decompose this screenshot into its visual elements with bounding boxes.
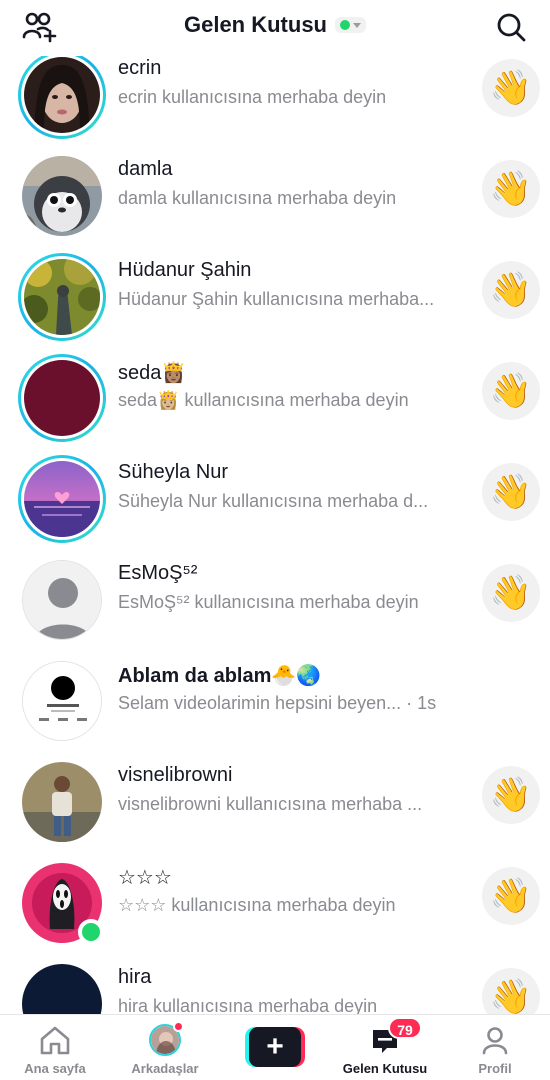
message-preview: hira kullanıcısına merhaba deyin [118,996,378,1014]
wave-button[interactable]: 👋 [482,463,540,521]
nav-profile[interactable]: Profil [440,1015,550,1080]
nav-friends-label: Arkadaşlar [131,1061,199,1076]
nav-home[interactable]: Ana sayfa [0,1015,110,1080]
contact-name: Süheyla Nur [118,461,229,483]
avatar [24,360,100,436]
avatar-frame [18,657,106,745]
avatar-frame [18,859,106,947]
contact-name: ecrin [118,57,162,79]
create-button[interactable]: + [245,1027,305,1067]
online-status-dot [340,20,350,30]
contact-name: seda👸🏽 [118,362,187,384]
wave-hand-icon: 👋 [489,978,533,1014]
list-item[interactable]: seda👸🏽 seda👸🏼 kullanıcısına merhaba deyi… [0,344,550,445]
contact-name: EsMoŞ⁵² [118,562,198,584]
message-preview: Hüdanur Şahin kullanıcısına merhaba... [118,289,435,309]
conversation-list: ecrin ecrin kullanıcısına merhaba deyin … [0,56,550,1014]
online-status-badge [78,919,104,945]
story-ring[interactable] [18,253,106,341]
avatar [22,762,102,842]
message-preview: visnelibrowni kullanıcısına merhaba ... [118,794,423,814]
list-item[interactable]: damla damla kullanıcısına merhaba deyin … [0,142,550,243]
list-item[interactable]: hira hira kullanıcısına merhaba deyin 👋 [0,950,550,1014]
contact-name: Hüdanur Şahin [118,259,252,281]
page-title-wrap[interactable]: Gelen Kutusu [0,12,550,38]
wave-button[interactable]: 👋 [482,564,540,622]
message-preview: damla kullanıcısına merhaba deyin [118,188,397,208]
avatar-frame [18,152,106,240]
nav-friends[interactable]: Arkadaşlar [110,1015,220,1080]
message-preview: Süheyla Nur kullanıcısına merhaba d... [118,491,429,511]
list-item[interactable]: visnelibrowni visnelibrowni kullanıcısın… [0,748,550,849]
nav-inbox-label: Gelen Kutusu [342,1061,428,1076]
app-root: Gelen Kutusu ecrin ecrin kullanıcısına m… [0,0,550,1080]
nav-profile-label: Profil [478,1061,512,1076]
status-selector[interactable] [335,17,366,33]
story-ring[interactable] [18,56,106,139]
page-title: Gelen Kutusu [183,12,327,37]
nav-inbox[interactable]: 79 Gelen Kutusu [330,1015,440,1080]
wave-button[interactable]: 👋 [482,261,540,319]
message-preview: ☆☆☆ kullanıcısına merhaba deyin [118,895,396,915]
avatar-frame [18,758,106,846]
wave-button[interactable]: 👋 [482,362,540,420]
list-item[interactable]: EsMoŞ⁵² EsMoŞ⁵² kullanıcısına merhaba de… [0,546,550,647]
wave-hand-icon: 👋 [489,776,533,814]
contact-name: visnelibrowni [118,764,233,786]
wave-hand-icon: 👋 [489,170,533,208]
header: Gelen Kutusu [0,0,550,56]
wave-hand-icon: 👋 [489,372,533,410]
story-ring[interactable] [18,455,106,543]
avatar [24,461,100,537]
wave-button[interactable]: 👋 [482,160,540,218]
avatar [24,57,100,133]
list-item[interactable]: Hüdanur Şahin Hüdanur Şahin kullanıcısın… [0,243,550,344]
list-item[interactable]: Süheyla Nur Süheyla Nur kullanıcısına me… [0,445,550,546]
contact-name: Ablam da ablam🐣🌏 [118,665,322,687]
avatar [22,156,102,236]
contact-name: damla [118,158,173,180]
list-item[interactable]: ☆☆☆ ☆☆☆ kullanıcısına merhaba deyin 👋 [0,849,550,950]
wave-button[interactable]: 👋 [482,766,540,824]
list-item[interactable]: Ablam da ablam🐣🌏 Selam videolarimin heps… [0,647,550,748]
list-item[interactable]: ecrin ecrin kullanıcısına merhaba deyin … [0,56,550,142]
avatar [22,964,102,1014]
message-preview: Selam videolarimin hepsini beyen... · 1s [118,693,437,713]
story-ring[interactable] [18,354,106,442]
contact-name: hira [118,966,152,988]
wave-button[interactable]: 👋 [482,867,540,925]
default-avatar-icon [22,560,102,640]
home-icon [40,1026,70,1055]
inbox-count-badge: 79 [388,1017,422,1039]
search-icon [497,13,526,42]
wave-hand-icon: 👋 [489,473,533,511]
plus-icon: + [249,1027,301,1067]
bottom-navigation: Ana sayfa Arkadaşlar + 79 Gelen Kutusu P… [0,1014,550,1080]
nav-create[interactable]: + [220,1015,330,1080]
wave-hand-icon: 👋 [489,271,533,309]
avatar [22,661,102,741]
avatar-frame [18,556,106,644]
wave-hand-icon: 👋 [489,69,533,107]
wave-button[interactable]: 👋 [482,968,540,1014]
wave-button[interactable]: 👋 [482,59,540,117]
message-preview: EsMoŞ⁵² kullanıcısına merhaba deyin [118,592,419,612]
nav-home-label: Ana sayfa [24,1061,86,1076]
wave-hand-icon: 👋 [489,877,533,915]
avatar [24,259,100,335]
search-button[interactable] [494,10,528,44]
chevron-down-icon [353,22,361,28]
contact-name: ☆☆☆ [118,867,172,889]
wave-hand-icon: 👋 [489,574,533,612]
message-preview: ecrin kullanıcısına merhaba deyin [118,87,387,107]
profile-icon [482,1027,508,1055]
avatar-frame [18,960,106,1014]
message-preview: seda👸🏼 kullanıcısına merhaba deyin [118,390,409,410]
notification-dot [173,1021,184,1032]
